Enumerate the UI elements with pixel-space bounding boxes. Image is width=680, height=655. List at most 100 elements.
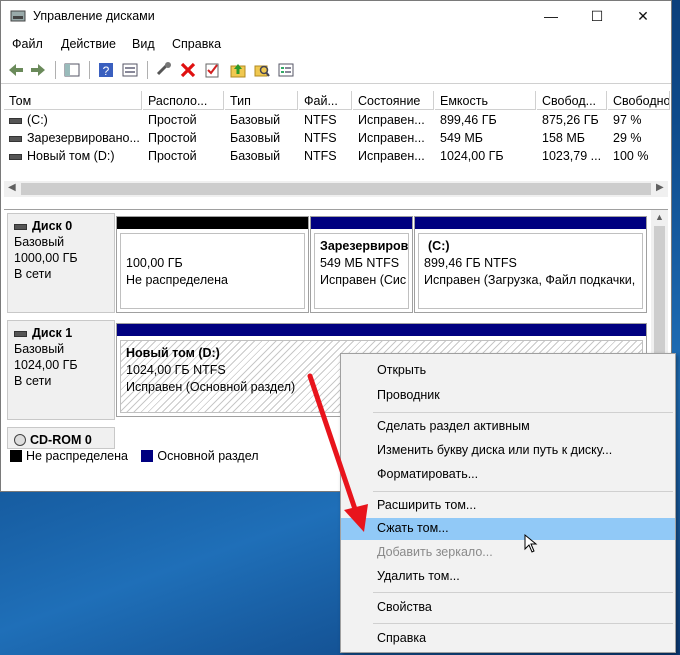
menu-item-open[interactable]: Открыть: [341, 360, 675, 382]
check-icon[interactable]: [203, 61, 221, 79]
column-header-layout[interactable]: Располо...: [143, 91, 224, 110]
volume-cell: Зарезервировано...: [4, 129, 142, 147]
help-icon[interactable]: ?: [97, 61, 115, 79]
menu-view[interactable]: Вид: [132, 37, 155, 51]
connect-icon[interactable]: [155, 61, 173, 79]
column-header-type[interactable]: Тип: [225, 91, 298, 110]
folder-up-icon[interactable]: [229, 61, 247, 79]
column-header-free-percent[interactable]: Свободно: [608, 91, 670, 110]
menu-item-help[interactable]: Справка: [341, 628, 675, 650]
capacity-cell: 549 МБ: [440, 131, 483, 145]
partition-size: 549 МБ NTFS: [320, 256, 400, 270]
close-button[interactable]: ✕: [620, 1, 666, 31]
cdrom-0-label[interactable]: CD-ROM 0: [7, 427, 115, 449]
disk-name: CD-ROM 0: [30, 433, 92, 447]
menu-item-properties[interactable]: Свойства: [341, 597, 675, 619]
disk-icon: [14, 330, 27, 337]
menu-item-mark-active[interactable]: Сделать раздел активным: [341, 416, 675, 438]
free-space-cell: 158 МБ: [542, 131, 585, 145]
scrollbar-thumb[interactable]: [21, 183, 651, 195]
partition-status: Исправен (Сис: [320, 273, 407, 287]
menu-bar: Файл Действие Вид Справка: [1, 33, 671, 55]
delete-icon[interactable]: [179, 61, 197, 79]
disk-icon: [14, 223, 27, 230]
legend-unallocated-swatch: [10, 450, 22, 462]
forward-arrow-icon[interactable]: [29, 61, 47, 79]
column-header-status[interactable]: Состояние: [353, 91, 434, 110]
partition-system-reserved[interactable]: Зарезервиров 549 МБ NTFS Исправен (Сис: [310, 216, 413, 313]
free-percent-cell: 100 %: [613, 149, 649, 163]
properties-icon[interactable]: [121, 61, 139, 79]
type-cell: Базовый: [230, 131, 281, 145]
filesystem-cell: NTFS: [304, 149, 337, 163]
search-folder-icon[interactable]: [253, 61, 271, 79]
menu-file[interactable]: Файл: [12, 37, 43, 51]
cdrom-icon: [14, 434, 26, 446]
menu-item-delete-volume[interactable]: Удалить том...: [341, 566, 675, 588]
menu-action[interactable]: Действие: [61, 37, 116, 51]
disk-status: В сети: [14, 267, 52, 281]
disk-type: Базовый: [14, 342, 65, 356]
menu-item-explorer[interactable]: Проводник: [341, 385, 675, 407]
scroll-right-icon[interactable]: ▶: [656, 182, 664, 193]
type-cell: Базовый: [230, 113, 281, 127]
filesystem-cell: NTFS: [304, 113, 337, 127]
scroll-up-icon[interactable]: ▲: [655, 212, 664, 222]
back-arrow-icon[interactable]: [7, 61, 25, 79]
layout-cell: Простой: [148, 113, 197, 127]
menu-item-shrink-volume[interactable]: Сжать том...: [341, 518, 675, 540]
filesystem-cell: NTFS: [304, 131, 337, 145]
maximize-button[interactable]: ☐: [574, 1, 620, 31]
title-bar: Управление дисками — ☐ ✕: [1, 1, 671, 31]
menu-help[interactable]: Справка: [172, 37, 221, 51]
toolbar-separator: [55, 61, 56, 79]
horizontal-scrollbar[interactable]: ◀ ▶: [4, 181, 668, 197]
toolbar: ?: [1, 56, 671, 84]
volume-name: Зарезервировано...: [27, 131, 140, 145]
svg-text:?: ?: [103, 64, 110, 78]
layout-cell: Простой: [148, 131, 197, 145]
legend-primary-swatch: [141, 450, 154, 462]
primary-partition-bar: [311, 217, 412, 229]
console-tree-icon[interactable]: [63, 61, 81, 79]
partition-size: 100,00 ГБ: [126, 256, 183, 270]
partition-c[interactable]: (C:) 899,46 ГБ NTFS Исправен (Загрузка, …: [414, 216, 647, 313]
type-cell: Базовый: [230, 149, 281, 163]
disk-0-label[interactable]: Диск 0 Базовый 1000,00 ГБ В сети: [7, 213, 115, 313]
window-title: Управление дисками: [33, 9, 155, 23]
volume-cell: Новый том (D:): [4, 147, 142, 165]
disk-size: 1000,00 ГБ: [14, 251, 78, 265]
context-menu: Открыть Проводник Сделать раздел активны…: [340, 353, 676, 653]
menu-separator: [373, 491, 673, 492]
primary-partition-bar: [117, 324, 646, 336]
annotation-arrow-icon: [307, 373, 368, 532]
capacity-cell: 1024,00 ГБ: [440, 149, 504, 163]
partition-info: 100,00 ГБ Не распределена: [120, 233, 305, 309]
partition-title: Зарезервиров: [320, 239, 409, 253]
menu-separator: [373, 623, 673, 624]
menu-item-extend-volume[interactable]: Расширить том...: [341, 495, 675, 517]
column-header-free-space[interactable]: Свобод...: [537, 91, 607, 110]
partition-info: Зарезервиров 549 МБ NTFS Исправен (Сис: [314, 233, 409, 309]
menu-item-format[interactable]: Форматировать...: [341, 464, 675, 486]
volume-name: (C:): [27, 113, 48, 127]
column-header-filesystem[interactable]: Фай...: [299, 91, 352, 110]
menu-item-change-drive-letter[interactable]: Изменить букву диска или путь к диску...: [341, 440, 675, 462]
column-header-capacity[interactable]: Емкость: [435, 91, 536, 110]
free-space-cell: 1023,79 ...: [542, 149, 602, 163]
free-percent-cell: 29 %: [613, 131, 642, 145]
legend: Не распределена Основной раздел: [4, 449, 344, 467]
minimize-button[interactable]: —: [528, 1, 574, 31]
partition-status: Не распределена: [126, 273, 228, 287]
toolbar-separator: [147, 61, 148, 79]
menu-separator: [373, 592, 673, 593]
disk-type: Базовый: [14, 235, 65, 249]
unallocated-bar: [117, 217, 308, 229]
scroll-left-icon[interactable]: ◀: [8, 182, 16, 193]
primary-partition-bar: [415, 217, 646, 229]
partition-unallocated[interactable]: 100,00 ГБ Не распределена: [116, 216, 309, 313]
column-header-volume[interactable]: Том: [4, 91, 142, 110]
list-view-icon[interactable]: [277, 61, 295, 79]
status-cell: Исправен...: [358, 149, 425, 163]
disk-1-label[interactable]: Диск 1 Базовый 1024,00 ГБ В сети: [7, 320, 115, 420]
